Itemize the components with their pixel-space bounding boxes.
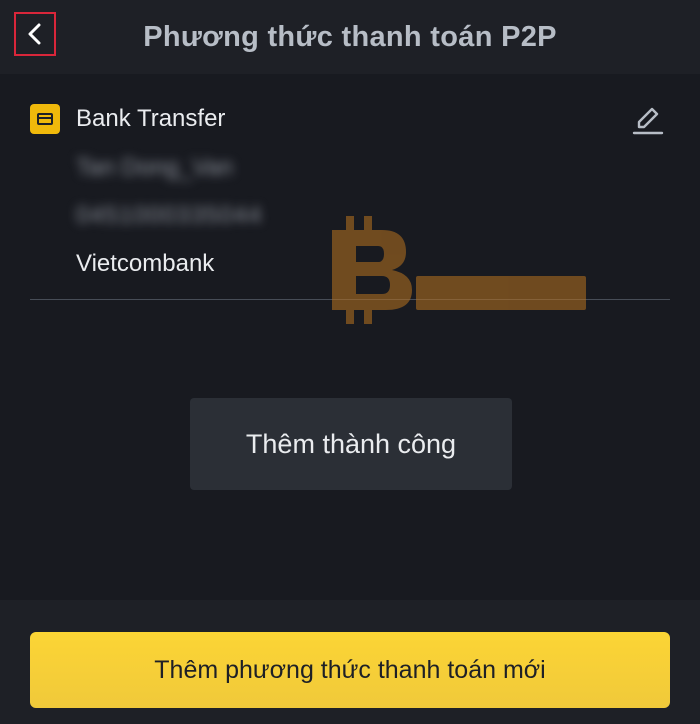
back-button[interactable]	[14, 12, 56, 56]
account-holder-name: Tan Dong_Van	[76, 154, 234, 181]
success-toast: Thêm thành công	[190, 398, 512, 490]
payment-method-type-row: Bank Transfer	[30, 104, 225, 134]
app-header: Phương thức thanh toán P2P	[0, 0, 700, 74]
edit-button[interactable]	[630, 102, 666, 138]
card-icon	[30, 104, 60, 134]
account-number: 0451000335044	[76, 202, 263, 229]
payment-method-type: Bank Transfer	[76, 105, 226, 132]
footer-bar: Thêm phương thức thanh toán mới	[0, 600, 700, 724]
pencil-icon	[632, 107, 664, 135]
bank-name: Vietcombank	[76, 250, 215, 277]
add-payment-method-button[interactable]: Thêm phương thức thanh toán mới	[30, 632, 670, 708]
payment-method-card: Bank Transfer Tan Dong_Van 0451000335044…	[30, 96, 670, 304]
page-title: Phương thức thanh toán P2P	[143, 20, 557, 53]
card-divider	[30, 299, 670, 300]
chevron-left-icon	[28, 23, 41, 45]
